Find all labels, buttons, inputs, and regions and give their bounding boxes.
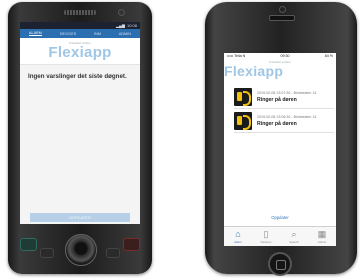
home-key[interactable] (40, 248, 54, 258)
end-call-button[interactable] (123, 238, 140, 251)
tab-bim[interactable]: BIM (94, 32, 101, 36)
app-logo: Flexiapp (224, 63, 284, 79)
app-header: Frankfurt Lisbon Flexiapp (224, 59, 336, 81)
item-title: Ringer på døren (257, 121, 297, 127)
tab-search[interactable]: ⌕ Search (280, 227, 308, 246)
call-button[interactable] (20, 238, 37, 251)
status-time: 10:08 (126, 23, 137, 28)
list-item[interactable]: 2019-02-08 13:06:30 - Bindvealen 14 Ring… (234, 110, 334, 133)
front-camera (279, 6, 286, 13)
earpiece (269, 15, 295, 21)
back-key[interactable] (106, 248, 120, 258)
tab-admin[interactable]: ▦ Admin (308, 227, 336, 246)
calendar-icon: ▦ (317, 229, 327, 239)
search-icon: ⌕ (291, 229, 297, 239)
signal-icon: ▂▄▆ (115, 23, 125, 28)
tab-devices[interactable]: DEVICES (60, 32, 76, 36)
tab-bar: ALARM DEVICES BIM ADMIN (20, 29, 140, 38)
item-meta: 2019-02-08 13:06:30 - Bindvealen 14 (257, 115, 317, 119)
tab-bar: ⌂ Alarm ▯ Devices ⌕ Search ▦ Admin (224, 226, 336, 246)
refresh-button[interactable]: OPPDATER (30, 213, 130, 222)
doorbell-icon (234, 112, 252, 130)
tab-alarm[interactable]: ALARM (28, 31, 42, 36)
speaker-grille (64, 10, 96, 15)
status-bar: ▂▄▆ 10:08 (20, 22, 140, 29)
hardware-keys (20, 228, 140, 270)
app-header: Frankfurt Lisbon Flexiapp (20, 38, 140, 65)
front-camera (118, 9, 125, 16)
home-button[interactable] (268, 252, 292, 276)
device-icon: ▯ (263, 229, 269, 239)
android-phone: ▂▄▆ 10:08 ALARM DEVICES BIM ADMIN Frankf… (8, 2, 152, 274)
home-icon: ⌂ (235, 229, 241, 239)
iphone-screen: ••••• Telia N 09:30 84 % Frankfurt Lisbo… (224, 53, 336, 246)
app-logo: Flexiapp (48, 44, 112, 61)
list-item[interactable]: 2019-02-08 13:07:30 - Bindvealen 14 Ring… (234, 86, 334, 109)
android-screen: ▂▄▆ 10:08 ALARM DEVICES BIM ADMIN Frankf… (20, 22, 140, 224)
tab-alarm[interactable]: ⌂ Alarm (224, 227, 252, 246)
item-title: Ringer på døren (257, 97, 297, 103)
trackball[interactable] (65, 234, 97, 266)
refresh-link[interactable]: Oppdater (224, 215, 336, 220)
doorbell-icon (234, 88, 252, 106)
tab-devices[interactable]: ▯ Devices (252, 227, 280, 246)
tab-admin[interactable]: ADMIN (119, 32, 131, 36)
item-meta: 2019-02-08 13:07:30 - Bindvealen 14 (257, 91, 317, 95)
empty-state-message: Ingen varslinger det siste døgnet. (28, 73, 127, 80)
iphone: ••••• Telia N 09:30 84 % Frankfurt Lisbo… (205, 2, 357, 276)
